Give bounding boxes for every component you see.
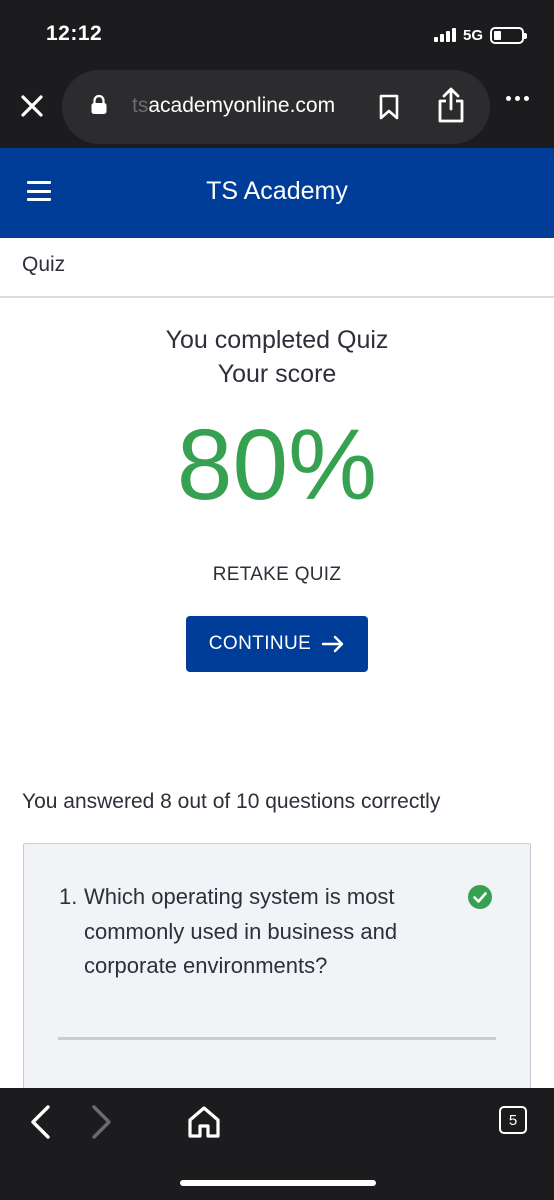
bookmark-icon[interactable]	[378, 94, 400, 120]
home-icon[interactable]	[186, 1104, 222, 1140]
battery-icon	[490, 26, 527, 44]
answered-summary: You answered 8 out of 10 questions corre…	[22, 790, 441, 813]
url-prefix: ts	[132, 94, 149, 117]
question-card[interactable]: 1. Which operating system is most common…	[23, 843, 531, 1103]
url-domain: academyonline.com	[148, 94, 336, 117]
home-indicator	[180, 1180, 376, 1186]
continue-label: CONTINUE	[208, 633, 312, 654]
status-time: 12:12	[46, 22, 103, 45]
arrow-right-icon	[322, 635, 344, 653]
lock-icon	[91, 94, 107, 114]
browser-address-bar: tsacademyonline.com	[0, 70, 554, 148]
tabs-button[interactable]: 5	[499, 1106, 527, 1134]
url-field[interactable]: tsacademyonline.com	[62, 70, 490, 144]
browser-chrome: 12:12 5G tsacademyonline.com	[0, 0, 554, 148]
question-text: Which operating system is most commonly …	[84, 884, 398, 978]
site-header: TS Academy	[0, 148, 554, 238]
section-label: Quiz	[22, 253, 66, 276]
close-button[interactable]	[16, 90, 48, 122]
close-icon	[21, 95, 43, 117]
your-score-label: Your score	[217, 360, 337, 388]
forward-icon[interactable]	[88, 1104, 114, 1140]
back-icon[interactable]	[28, 1104, 54, 1140]
retake-quiz-link[interactable]: RETAKE QUIZ	[0, 564, 554, 586]
question-number: 1.	[59, 884, 78, 909]
quiz-result-heading: You completed Quiz Your score	[0, 323, 554, 391]
share-icon[interactable]	[436, 86, 466, 124]
completed-text: You completed Quiz	[165, 326, 389, 354]
site-title: TS Academy	[206, 177, 348, 205]
score-value: 80%	[176, 409, 378, 521]
status-indicators: 5G	[433, 24, 527, 46]
tab-count: 5	[508, 1111, 518, 1129]
check-circle-icon	[468, 885, 492, 909]
signal-icon	[433, 28, 456, 42]
more-options-icon[interactable]	[506, 96, 529, 101]
url-text: tsacademyonline.com	[132, 94, 335, 118]
question-divider	[58, 1037, 496, 1040]
continue-button[interactable]: CONTINUE	[186, 616, 368, 672]
network-type: 5G	[462, 26, 483, 44]
divider	[0, 296, 554, 298]
status-bar: 12:12 5G	[0, 0, 554, 70]
